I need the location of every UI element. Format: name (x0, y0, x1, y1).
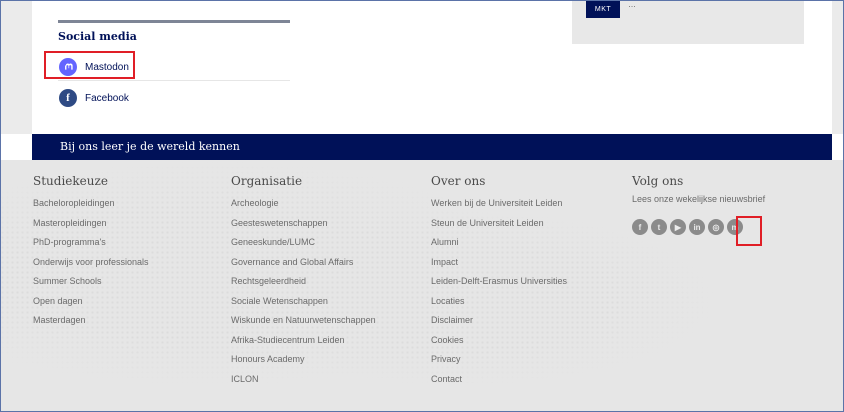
window-border (0, 0, 844, 412)
